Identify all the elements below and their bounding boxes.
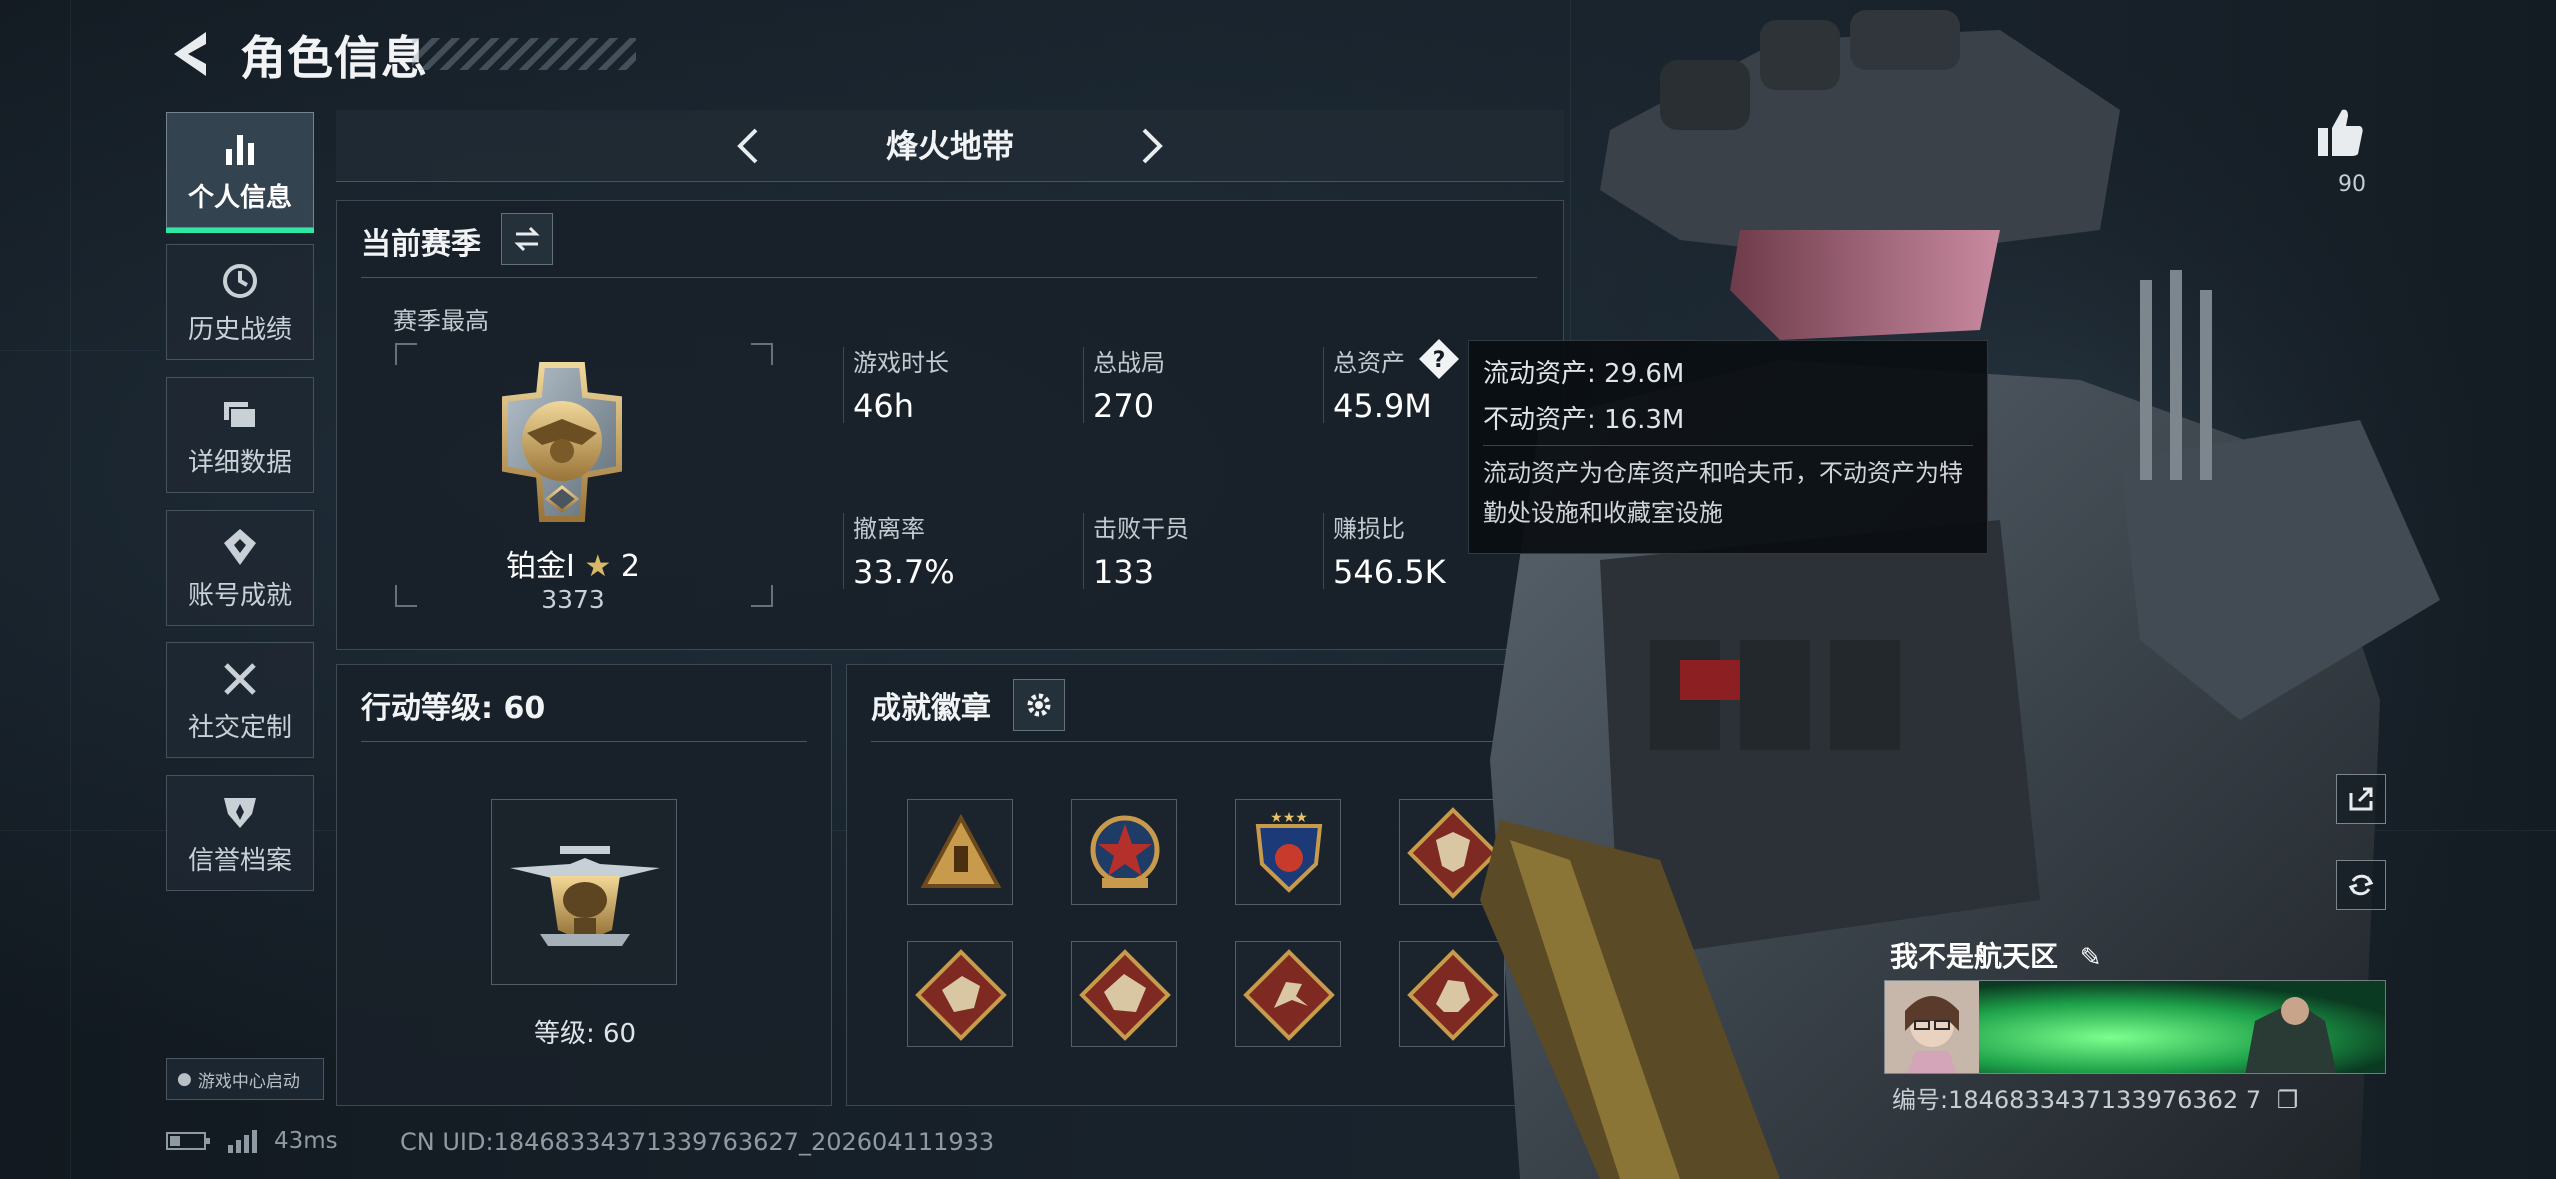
badge-shield-stars[interactable]: ★★★ <box>1235 799 1341 905</box>
nav-item-account-achievements[interactable]: 账号成就 <box>166 510 314 626</box>
current-season-panel: 当前赛季 赛季最高 铂金I ★ 2 3373 游戏时长 46h 总战局 270 … <box>336 200 1564 650</box>
star-medal-badge-icon <box>1090 815 1160 888</box>
achievement-settings-button[interactable] <box>1013 679 1065 731</box>
star-icon: ★ <box>584 549 612 584</box>
level-emblem-frame <box>491 799 677 985</box>
edit-pencil-icon[interactable]: ✎ <box>2080 943 2102 973</box>
stat-value-total-assets: 45.9M <box>1333 387 1432 425</box>
share-icon <box>2349 787 2373 811</box>
player-name-text: 我不是航天区 <box>1890 940 2059 973</box>
like-count: 90 <box>2338 172 2366 197</box>
tooltip-fixed-assets: 不动资产: 16.3M <box>1483 405 1685 435</box>
thumbs-up-icon[interactable] <box>2314 104 2366 160</box>
runner-diamond-badge-icon <box>1243 949 1335 1041</box>
shield-stars-badge-icon: ★★★ <box>1255 810 1323 893</box>
player-name: 我不是航天区 ✎ <box>1890 935 2102 975</box>
nav-label: 账号成就 <box>187 580 292 611</box>
stat-label-playtime: 游戏时长 <box>853 349 949 377</box>
pyramid-badge-icon <box>920 813 1002 888</box>
mode-selector: 烽火地带 <box>336 110 1564 182</box>
chevron-right-icon[interactable] <box>1130 124 1174 168</box>
achievements-panel: 成就徽章 ★★★ <box>846 664 1564 1106</box>
stat-value-playtime: 46h <box>853 387 914 425</box>
battery-icon <box>166 1132 210 1150</box>
rank-stars: 2 <box>620 549 640 584</box>
action-level-panel: 行动等级: 60 等级: 60 <box>336 664 832 1106</box>
nav-item-history[interactable]: 历史战绩 <box>166 244 314 360</box>
history-clock-icon <box>223 263 257 298</box>
title-decoration <box>412 38 636 70</box>
copy-icon[interactable]: ❐ <box>2277 1086 2299 1114</box>
nav-item-personal-info[interactable]: 个人信息 <box>166 112 314 233</box>
profile-banner-art <box>1885 981 2385 1073</box>
tooltip-liquid-assets: 流动资产: 29.6M <box>1483 359 1685 389</box>
rank-points: 3373 <box>541 585 605 614</box>
refresh-button[interactable] <box>2336 860 2386 910</box>
page-title: 角色信息 <box>240 31 428 85</box>
user-icon: ● <box>177 1069 192 1089</box>
swap-icon <box>514 226 540 252</box>
stat-value-kills: 133 <box>1093 553 1155 591</box>
nav-label: 信誉档案 <box>187 845 292 876</box>
player-id-text: 编号:1846833437133976362 7 <box>1892 1086 2262 1114</box>
signal-icon <box>228 1130 257 1153</box>
svg-text:★★★: ★★★ <box>1270 810 1308 826</box>
tooltip-description: 流动资产为仓库资产和哈夫币，不动资产为特勤处设施和收藏室设施 <box>1483 459 1963 527</box>
badge-star-medal[interactable] <box>1071 799 1177 905</box>
action-level-title: 行动等级: 60 <box>361 691 546 726</box>
nav-label: 历史战绩 <box>187 314 292 345</box>
badge-dragon-1[interactable] <box>907 941 1013 1047</box>
stat-label-extract-rate: 撤离率 <box>853 515 925 543</box>
stat-value-total-matches: 270 <box>1093 387 1155 425</box>
shield-badge-icon <box>224 797 256 828</box>
helicopter-level-emblem <box>510 846 660 946</box>
ping-value: 43ms <box>274 1128 338 1154</box>
achievements-title: 成就徽章 <box>871 691 991 726</box>
nav-item-reputation[interactable]: 信誉档案 <box>166 775 314 891</box>
season-best-label: 赛季最高 <box>393 307 489 335</box>
nav-label: 个人信息 <box>187 182 292 213</box>
status-bar: 43ms <box>166 1128 338 1154</box>
nav-label: 社交定制 <box>187 712 292 743</box>
rank-title: 铂金I ★ 2 <box>447 541 699 585</box>
player-id: 编号:1846833437133976362 7 ❐ <box>1892 1080 2298 1115</box>
stat-label-total-assets: 总资产 <box>1333 349 1405 377</box>
stat-value-profit-ratio: 546.5K <box>1333 553 1446 591</box>
gear-icon <box>1027 693 1051 717</box>
level-label: 等级: 60 <box>533 1019 637 1049</box>
profile-banner[interactable] <box>1884 980 2386 1074</box>
badge-runner[interactable] <box>1235 941 1341 1047</box>
badge-pyramid[interactable] <box>907 799 1013 905</box>
refresh-icon <box>2348 874 2374 896</box>
nav-item-detailed-data[interactable]: 详细数据 <box>166 377 314 493</box>
folders-icon <box>224 401 257 429</box>
back-arrow-icon[interactable] <box>160 24 220 84</box>
achievement-icon <box>224 528 256 565</box>
share-button[interactable] <box>2336 774 2386 824</box>
help-icon[interactable]: ? <box>1417 337 1461 381</box>
stat-label-kills: 击败干员 <box>1093 515 1189 543</box>
season-title: 当前赛季 <box>361 227 481 262</box>
dragon-diamond-badge-icon <box>915 949 1007 1041</box>
stat-value-extract-rate: 33.7% <box>853 553 955 591</box>
platinum-rank-emblem <box>502 362 622 522</box>
tools-icon <box>224 662 256 695</box>
mode-title: 烽火地带 <box>885 127 1014 165</box>
bar-chart-icon <box>226 134 254 165</box>
stat-label-profit-ratio: 赚损比 <box>1333 515 1405 543</box>
badge-dragon-2[interactable] <box>1071 941 1177 1047</box>
nav-label: 详细数据 <box>187 447 292 478</box>
stat-label-total-matches: 总战局 <box>1093 349 1165 377</box>
rank-name: 铂金I <box>506 549 575 584</box>
uid-text: CN UID:18468334371339763627_202604111933 <box>400 1128 995 1156</box>
dragon-diamond-badge-icon-2 <box>1079 949 1171 1041</box>
nav-item-social-custom[interactable]: 社交定制 <box>166 642 314 758</box>
game-center-launch-badge: ● 游戏中心启动 <box>166 1058 324 1100</box>
svg-text:?: ? <box>1433 348 1446 373</box>
launch-badge-label: 游戏中心启动 <box>197 1071 300 1092</box>
switch-season-button[interactable] <box>501 213 553 265</box>
assets-tooltip: 流动资产: 29.6M 不动资产: 16.3M 流动资产为仓库资产和哈夫币，不动… <box>1468 340 1988 554</box>
